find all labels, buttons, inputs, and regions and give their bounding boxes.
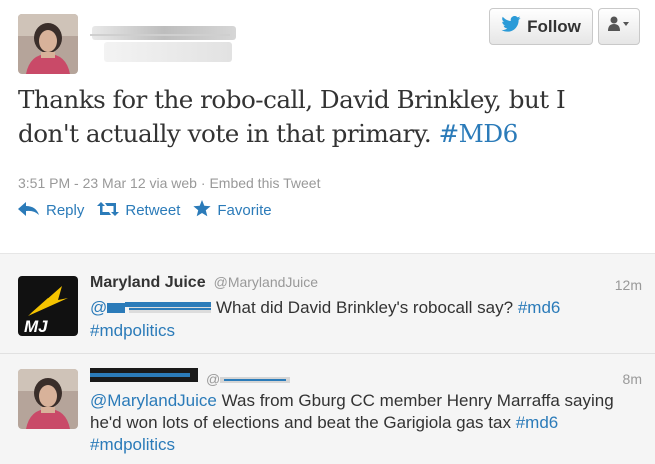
twitter-bird-icon xyxy=(501,16,521,37)
mention-link[interactable]: @MarylandJuice xyxy=(90,391,217,410)
redacted-mention xyxy=(107,298,212,320)
mention-prefix: @ xyxy=(90,298,108,317)
retweet-action[interactable]: Retweet xyxy=(97,201,180,221)
main-tweet: Follow Thanks for the robo-call, David B… xyxy=(0,0,655,253)
tweet-timestamp[interactable]: 3:51 PM - 23 Mar 12 via web xyxy=(18,175,197,191)
reply-text-line-2: he'd won lots of elections and beat the … xyxy=(90,413,511,432)
reply-text: @ What did David Brinkley's robocall say… xyxy=(90,297,645,342)
reply-author-name[interactable]: Maryland Juice xyxy=(90,274,206,292)
favorite-label: Favorite xyxy=(217,202,272,219)
meta-separator: · xyxy=(200,175,206,191)
redacted-handle xyxy=(220,372,291,388)
tweet-actions: Reply Retweet Favorite xyxy=(18,200,285,221)
follow-button-label: Follow xyxy=(527,16,581,36)
svg-text:MJ: MJ xyxy=(24,317,48,336)
reply-label: Reply xyxy=(46,202,85,219)
hashtag-md6-link[interactable]: #md6 xyxy=(518,298,561,317)
maryland-juice-avatar[interactable]: MJ xyxy=(18,276,78,336)
tweet-text: Thanks for the robo-call, David Brinkley… xyxy=(18,83,638,151)
embed-tweet-link[interactable]: Embed this Tweet xyxy=(209,175,320,191)
mention-link[interactable]: @ xyxy=(90,298,212,320)
redacted-reply-author-name xyxy=(90,368,198,389)
reply-text: @MarylandJuice Was from Gburg CC member … xyxy=(90,390,645,456)
person-dropdown-icon xyxy=(607,16,631,37)
reply-icon xyxy=(18,201,40,220)
user-actions-dropdown[interactable] xyxy=(598,8,640,45)
redacted-author-name xyxy=(90,24,236,66)
reply-header: @ xyxy=(90,368,291,389)
reply-author-handle[interactable]: @ xyxy=(206,371,291,388)
follow-button[interactable]: Follow xyxy=(489,8,593,45)
reply-text-body: What did David Brinkley's robocall say? xyxy=(211,298,514,317)
reply-tweet[interactable]: @ 8m @MarylandJuice Was from Gburg CC me… xyxy=(0,353,655,464)
reply-action[interactable]: Reply xyxy=(18,201,85,220)
author-avatar[interactable] xyxy=(18,14,78,74)
hashtag-link[interactable]: #MD6 xyxy=(439,119,519,148)
reply-timestamp[interactable]: 8m xyxy=(623,371,642,387)
star-icon xyxy=(193,200,211,221)
hashtag-mdpolitics-link[interactable]: #mdpolitics xyxy=(90,435,175,454)
author-avatar[interactable] xyxy=(18,369,78,429)
retweet-icon xyxy=(97,201,120,221)
handle-prefix: @ xyxy=(206,371,221,387)
tweet-text-line-2: don't actually vote in that primary. xyxy=(18,119,432,148)
tweet-text-line-1: Thanks for the robo-call, David Brinkley… xyxy=(18,85,566,114)
reply-author-handle[interactable]: @MarylandJuice xyxy=(214,274,318,290)
reply-timestamp[interactable]: 12m xyxy=(615,277,642,293)
reply-tweet[interactable]: MJ Maryland Juice @MarylandJuice 12m @ W… xyxy=(0,253,655,353)
favorite-action[interactable]: Favorite xyxy=(193,200,272,221)
reply-text-line-1: Was from Gburg CC member Henry Marraffa … xyxy=(216,391,614,410)
retweet-label: Retweet xyxy=(125,202,181,219)
hashtag-md6-link[interactable]: #md6 xyxy=(516,413,559,432)
hashtag-mdpolitics-link[interactable]: #mdpolitics xyxy=(90,321,175,340)
reply-header: Maryland Juice @MarylandJuice xyxy=(90,274,318,292)
tweet-meta: 3:51 PM - 23 Mar 12 via web · Embed this… xyxy=(18,175,320,191)
